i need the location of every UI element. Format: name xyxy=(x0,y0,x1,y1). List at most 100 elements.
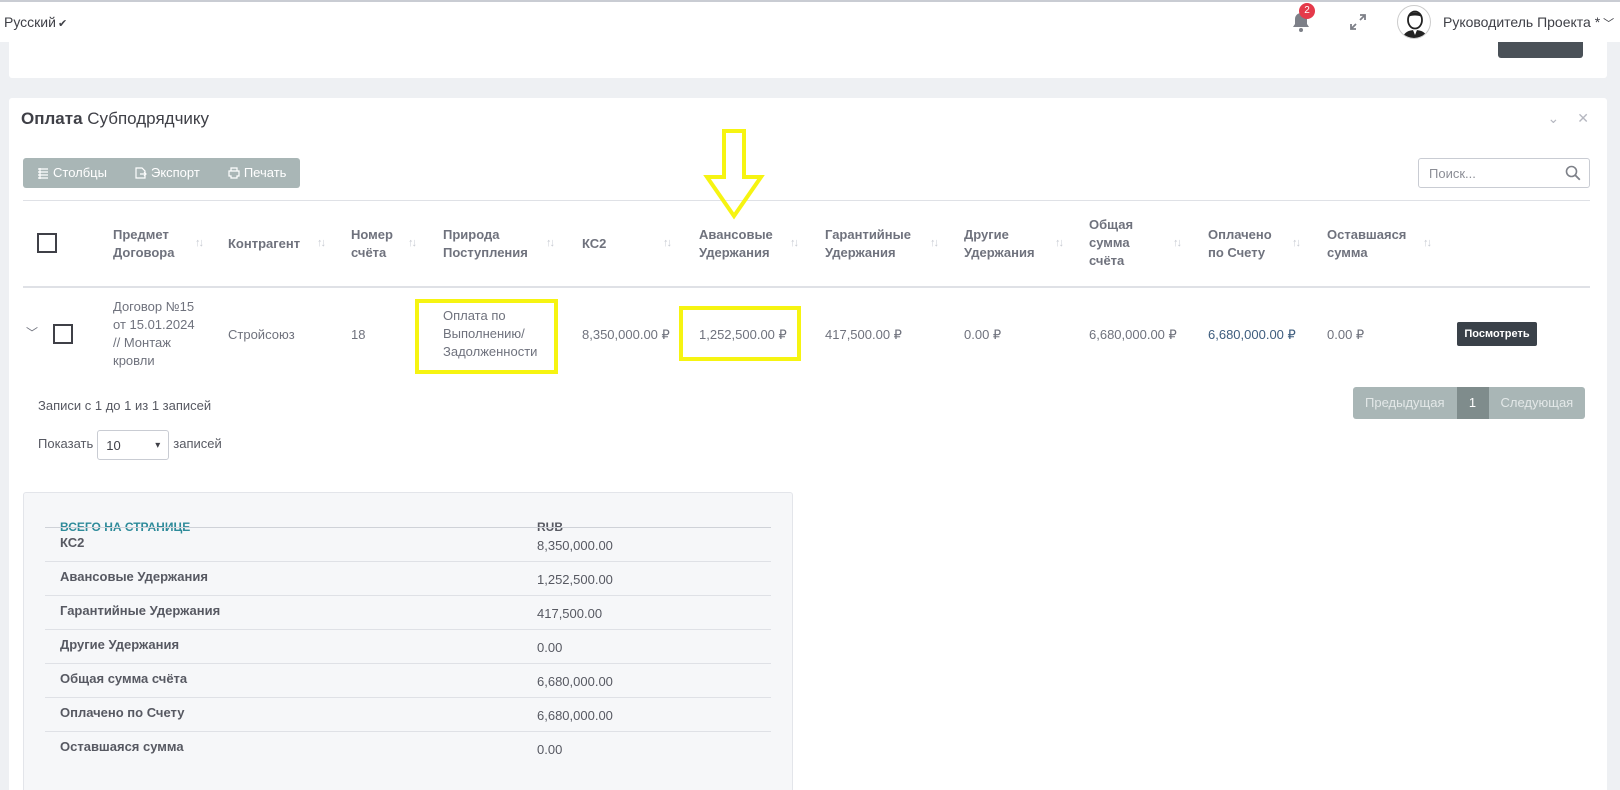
sort-icon[interactable]: ↑↓ xyxy=(195,237,204,249)
header-paid[interactable]: Оплачено по Счету xyxy=(1208,226,1272,262)
select-all-checkbox[interactable] xyxy=(37,233,57,253)
cell-counterparty: Стройсоюз xyxy=(228,327,295,342)
card-title-bold: Оплата xyxy=(21,109,83,128)
search-icon[interactable] xyxy=(1565,165,1581,181)
highlight-arrow-icon xyxy=(703,129,765,220)
totals-row-label: Оставшаяся сумма xyxy=(60,739,184,754)
cell-subject-line1: Договор №15 xyxy=(113,299,195,314)
sort-icon[interactable]: ↑↓ xyxy=(317,237,326,249)
highlight-box-advance xyxy=(679,306,801,361)
fullscreen-icon[interactable] xyxy=(1348,12,1368,32)
page-size-value: 10 xyxy=(106,437,121,453)
view-button[interactable]: Посмотреть xyxy=(1457,322,1537,346)
header-nature[interactable]: Природа Поступления xyxy=(443,226,528,262)
sort-icon[interactable]: ↑↓ xyxy=(1173,237,1182,249)
sort-icon[interactable]: ↑↓ xyxy=(408,237,417,249)
search-input[interactable] xyxy=(1429,160,1559,186)
header-subject-line1: Предмет xyxy=(113,227,169,242)
print-button[interactable]: Печать xyxy=(214,158,301,188)
totals-row: Гарантийные Удержания 417,500.00 xyxy=(45,596,771,630)
header-total-line3: счёта xyxy=(1089,253,1125,268)
language-selector[interactable]: Русский ✔ xyxy=(4,14,67,30)
print-icon xyxy=(228,167,240,179)
cell-other: 0.00 ₽ xyxy=(964,327,1002,342)
header-invoice-line1: Номер xyxy=(351,227,393,242)
totals-row: Оставшаяся сумма 0.00 xyxy=(45,732,771,766)
totals-row: Авансовые Удержания 1,252,500.00 xyxy=(45,562,771,596)
user-name: Руководитель Проекта * xyxy=(1443,14,1601,30)
header-counterparty[interactable]: Контрагент xyxy=(228,235,300,253)
totals-row-value: 1,252,500.00 xyxy=(537,572,613,587)
page-size-control: Показать 10 ▾ записей xyxy=(38,426,222,460)
cell-remaining: 0.00 ₽ xyxy=(1327,327,1365,342)
totals-row: КС2 8,350,000.00 xyxy=(45,528,771,562)
search-button[interactable] xyxy=(1498,42,1583,58)
sort-icon[interactable]: ↑↓ xyxy=(1292,237,1301,249)
row-checkbox[interactable] xyxy=(53,324,73,344)
totals-row: Оплачено по Счету 6,680,000.00 xyxy=(45,698,771,732)
card-title-rest: Субподрядчику xyxy=(87,109,210,128)
header-subject-line2: Договора xyxy=(113,245,175,260)
page-1-button[interactable]: 1 xyxy=(1456,387,1489,419)
header-advance[interactable]: Авансовые Удержания xyxy=(699,226,773,262)
cell-warranty: 417,500.00 ₽ xyxy=(825,327,902,342)
sort-icon[interactable]: ↑↓ xyxy=(1423,237,1432,249)
header-warranty-line2: Удержания xyxy=(825,245,896,260)
header-total[interactable]: Общая сумма счёта xyxy=(1089,216,1133,270)
chevron-down-icon: ﹀ xyxy=(1603,18,1615,30)
header-nature-line2: Поступления xyxy=(443,245,528,260)
totals-row-value: 6,680,000.00 xyxy=(537,708,613,723)
totals-row: Общая сумма счёта 6,680,000.00 xyxy=(45,664,771,698)
pagination: Предыдущая 1 Следующая xyxy=(1353,387,1586,419)
chevron-down-icon: ▾ xyxy=(155,439,161,451)
header-warranty[interactable]: Гарантийные Удержания xyxy=(825,226,911,262)
header-total-line2: сумма xyxy=(1089,235,1130,250)
avatar[interactable] xyxy=(1397,5,1431,39)
header-total-line1: Общая xyxy=(1089,217,1134,232)
row-expand-icon[interactable]: ﹀ xyxy=(26,324,38,341)
totals-row-value: 6,680,000.00 xyxy=(537,674,613,689)
columns-icon xyxy=(38,168,48,179)
header-nature-line1: Природа xyxy=(443,227,500,242)
header-other[interactable]: Другие Удержания xyxy=(964,226,1035,262)
header-subject[interactable]: Предмет Договора xyxy=(113,226,174,262)
collapse-icon[interactable]: ⌄ xyxy=(1548,110,1560,126)
columns-label: Столбцы xyxy=(53,165,107,180)
cell-subject-line3: // Монтаж xyxy=(113,335,171,350)
totals-row-label: Оплачено по Счету xyxy=(60,705,185,720)
header-warranty-line1: Гарантийные xyxy=(825,227,911,242)
totals-row: Другие Удержания 0.00 xyxy=(45,630,771,664)
header-remaining-line2: сумма xyxy=(1327,245,1368,260)
totals-row-label: КС2 xyxy=(60,535,85,550)
columns-button[interactable]: Столбцы xyxy=(23,158,121,188)
cell-subject-line2: от 15.01.2024 xyxy=(113,317,195,332)
header-paid-line1: Оплачено xyxy=(1208,227,1272,242)
sort-icon[interactable]: ↑↓ xyxy=(790,237,799,249)
highlight-box-nature xyxy=(415,299,558,374)
cell-invoice-number: 18 xyxy=(351,327,366,342)
close-icon[interactable]: ✕ xyxy=(1577,110,1589,126)
header-remaining[interactable]: Оставшаяся сумма xyxy=(1327,226,1406,262)
sort-icon[interactable]: ↑↓ xyxy=(1055,237,1064,249)
page-size-select[interactable]: 10 ▾ xyxy=(97,430,170,460)
chevron-down-icon: ✔ xyxy=(57,18,68,30)
next-page-button[interactable]: Следующая xyxy=(1488,387,1586,419)
header-advance-line1: Авансовые xyxy=(699,227,773,242)
cell-total: 6,680,000.00 ₽ xyxy=(1089,327,1177,342)
totals-row-label: Авансовые Удержания xyxy=(60,569,208,584)
sort-icon[interactable]: ↑↓ xyxy=(663,237,672,249)
records-info: Записи с 1 до 1 из 1 записей xyxy=(38,398,212,413)
user-menu[interactable]: Руководитель Проекта * ﹀ xyxy=(1443,14,1614,31)
cell-subject-line4: кровли xyxy=(113,353,155,368)
prev-page-button[interactable]: Предыдущая xyxy=(1353,387,1457,419)
cell-ks2: 8,350,000.00 ₽ xyxy=(582,327,670,342)
totals-row-value: 0.00 xyxy=(537,742,563,757)
totals-row-value: 417,500.00 xyxy=(537,606,603,621)
sort-icon[interactable]: ↑↓ xyxy=(930,237,939,249)
header-invoice-number[interactable]: Номер счёта xyxy=(351,226,393,262)
cell-paid-link[interactable]: 6,680,000.00 ₽ xyxy=(1208,326,1296,344)
sort-icon[interactable]: ↑↓ xyxy=(546,237,555,249)
card-title: Оплата Субподрядчику xyxy=(21,109,209,129)
export-button[interactable]: Экспорт xyxy=(121,158,214,188)
header-ks2[interactable]: КС2 xyxy=(582,235,606,253)
